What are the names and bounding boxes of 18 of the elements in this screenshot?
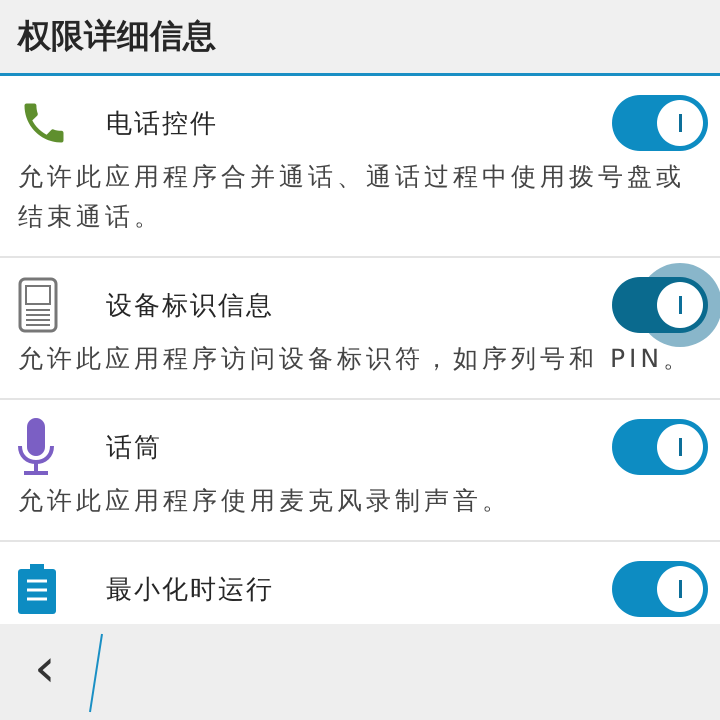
permission-name: 话筒 — [106, 432, 163, 464]
permission-description: 允许此应用程序访问设备标识符，如序列号和 PIN。 — [18, 343, 694, 375]
permission-name: 电话控件 — [106, 108, 219, 140]
on-mark-icon — [678, 580, 682, 598]
slash-icon — [86, 632, 106, 714]
toggle-switch[interactable] — [612, 277, 708, 333]
permission-description: 允许此应用程序合并通话、通话过程中使用拨号盘或结束通话。 — [18, 161, 686, 233]
permission-name: 最小化时运行 — [106, 574, 275, 606]
on-mark-icon — [678, 296, 682, 314]
page-title: 权限详细信息 — [18, 15, 216, 57]
permission-name: 设备标识信息 — [106, 290, 275, 322]
back-button[interactable]: ‹ — [34, 641, 56, 703]
permission-description: 允许此应用程序使用麦克风录制声音。 — [18, 485, 512, 517]
device-icon — [18, 277, 58, 333]
on-mark-icon — [678, 114, 682, 132]
clipboard-icon — [18, 564, 56, 614]
microphone-icon — [18, 418, 54, 476]
on-mark-icon — [678, 438, 682, 456]
